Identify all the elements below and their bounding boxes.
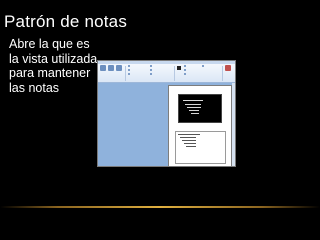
close-master-view-button xyxy=(225,65,231,79)
vertical-scrollbar xyxy=(232,83,235,166)
decorative-gold-line xyxy=(0,206,320,208)
ribbon-separator xyxy=(174,66,175,81)
ribbon-separator xyxy=(222,66,223,81)
ribbon-item xyxy=(184,73,187,77)
thumbnail-text-line xyxy=(187,107,201,108)
notes-text-line xyxy=(184,143,196,144)
page-setup-icon xyxy=(100,65,106,71)
thumbnail-text-line xyxy=(185,104,201,105)
ribbon-item xyxy=(202,65,205,69)
ribbon-button xyxy=(100,65,106,79)
slide-body-text: Abre la que es la vista utilizada para m… xyxy=(9,37,98,95)
slide-thumbnail xyxy=(178,94,222,123)
notes-page xyxy=(168,85,232,166)
ribbon xyxy=(98,64,235,83)
notes-master-screenshot xyxy=(97,60,236,167)
theme-icon xyxy=(177,66,181,70)
thumbnail-text-line xyxy=(189,110,199,111)
orientation-icon xyxy=(108,65,114,71)
ribbon-checkbox xyxy=(128,73,131,77)
notes-text-line xyxy=(186,146,196,147)
ribbon-button xyxy=(108,65,114,79)
thumbnail-text-line xyxy=(183,100,203,101)
close-icon xyxy=(225,65,231,71)
ribbon-button xyxy=(116,65,122,79)
notes-text-line xyxy=(182,140,196,141)
slide-title: Patrón de notas xyxy=(4,12,128,31)
ribbon-separator xyxy=(125,66,126,81)
thumbnail-text-line xyxy=(191,113,199,114)
notes-text-line xyxy=(180,137,196,138)
slide: Patrón de notas Abre la que es la vista … xyxy=(0,0,320,240)
notes-text-line xyxy=(178,134,200,135)
slide-orientation-icon xyxy=(116,65,122,71)
ribbon-checkbox xyxy=(150,73,153,77)
notes-placeholder xyxy=(175,131,226,164)
